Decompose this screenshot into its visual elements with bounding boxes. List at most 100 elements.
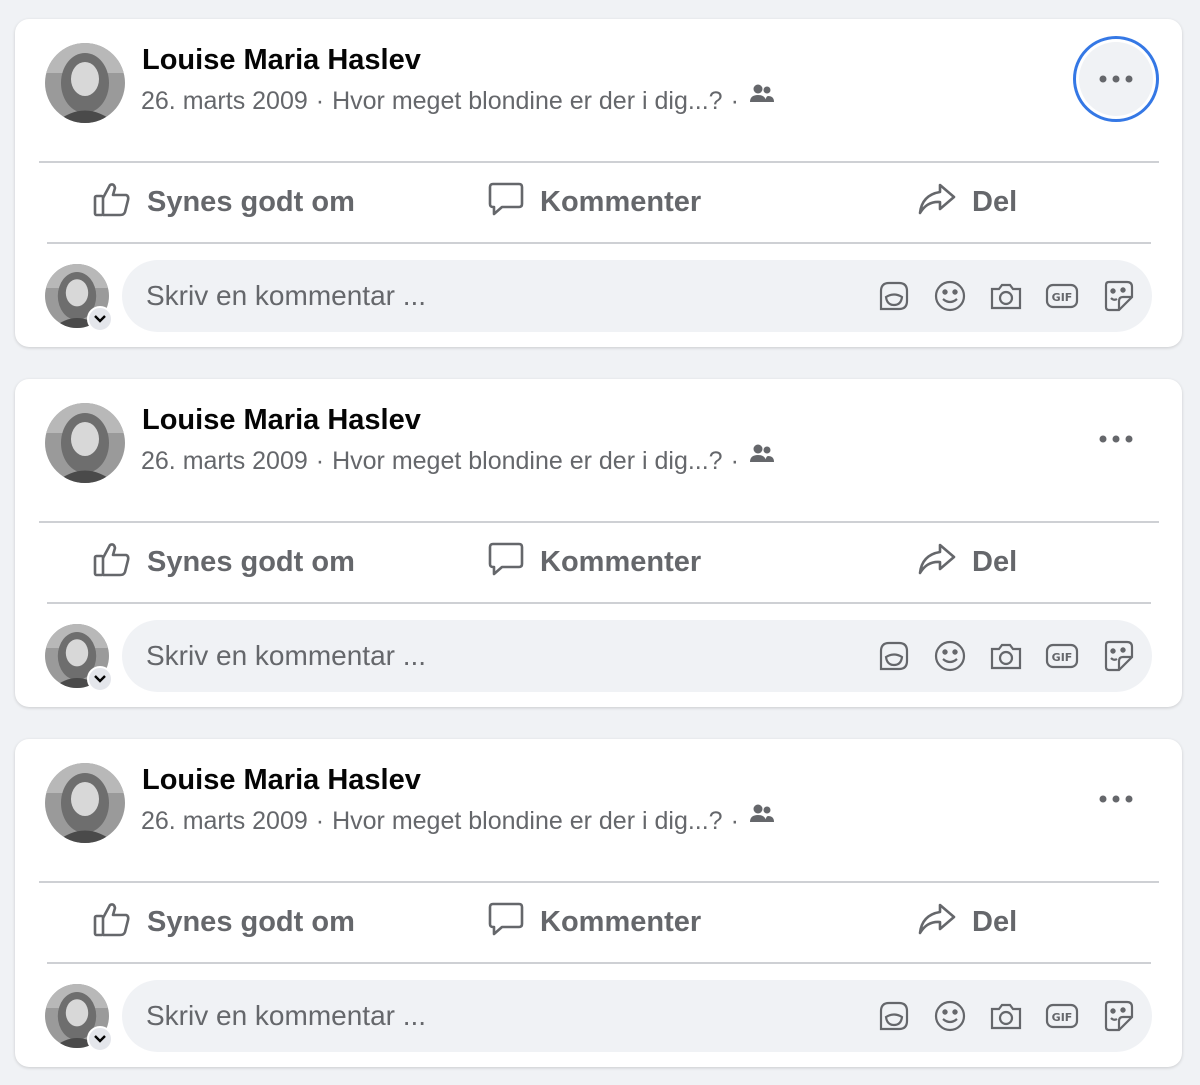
gif-icon[interactable]: GIF: [1042, 996, 1082, 1036]
more-options-icon: [1099, 795, 1133, 803]
sticker-icon[interactable]: [1098, 636, 1138, 676]
post-meta: 26. marts 2009 · Hvor meget blondine er …: [141, 804, 775, 836]
comment-button[interactable]: Kommenter: [488, 884, 701, 961]
emoji-icon[interactable]: [930, 276, 970, 316]
emoji-icon[interactable]: [930, 636, 970, 676]
thumbs-up-icon: [93, 901, 131, 945]
post-meta: 26. marts 2009 · Hvor meget blondine er …: [141, 84, 775, 116]
comment-input[interactable]: [122, 260, 862, 332]
comment-icon: [488, 901, 524, 945]
album-link[interactable]: Hvor meget blondine er der i dig...?: [332, 807, 723, 836]
gif-icon[interactable]: GIF: [1042, 276, 1082, 316]
post-card: Louise Maria Haslev 26. marts 2009 · Hvo…: [15, 379, 1182, 707]
comment-input[interactable]: [122, 980, 862, 1052]
author-avatar[interactable]: [45, 43, 125, 123]
album-link[interactable]: Hvor meget blondine er der i dig...?: [332, 87, 723, 116]
avatar-sticker-icon[interactable]: [874, 276, 914, 316]
share-arrow-icon: [918, 902, 956, 944]
sticker-icon[interactable]: [1098, 996, 1138, 1036]
divider: [39, 161, 1159, 163]
commenter-avatar[interactable]: [45, 984, 113, 1052]
more-options-icon: [1079, 42, 1153, 116]
comment-tools: GIF: [874, 996, 1154, 1036]
svg-text:GIF: GIF: [1052, 291, 1073, 304]
share-label: Del: [972, 186, 1018, 218]
action-bar: Synes godt om Kommenter Del: [47, 884, 1151, 961]
comment-label: Kommenter: [540, 186, 702, 218]
comment-tools: GIF: [874, 636, 1154, 676]
separator: ·: [315, 447, 325, 475]
separator: ·: [315, 87, 325, 115]
share-button[interactable]: Del: [918, 524, 1017, 601]
chevron-down-icon[interactable]: [87, 306, 113, 332]
comment-tools: GIF: [874, 276, 1154, 316]
like-button[interactable]: Synes godt om: [93, 884, 355, 961]
post-meta: 26. marts 2009 · Hvor meget blondine er …: [141, 444, 775, 476]
album-link[interactable]: Hvor meget blondine er der i dig...?: [332, 447, 723, 476]
action-bar: Synes godt om Kommenter Del: [47, 164, 1151, 241]
post-card: Louise Maria Haslev 26. marts 2009 · Hvo…: [15, 19, 1182, 347]
post-date[interactable]: 26. marts 2009: [141, 807, 308, 836]
svg-text:GIF: GIF: [1052, 1011, 1073, 1024]
share-button[interactable]: Del: [918, 884, 1017, 961]
thumbs-up-icon: [93, 541, 131, 585]
divider: [47, 602, 1151, 604]
thumbs-up-icon: [93, 181, 131, 225]
like-label: Synes godt om: [147, 546, 355, 578]
friends-icon[interactable]: [749, 442, 775, 473]
like-label: Synes godt om: [147, 906, 355, 938]
svg-text:GIF: GIF: [1052, 651, 1073, 664]
author-name[interactable]: Louise Maria Haslev: [142, 44, 421, 77]
friends-icon[interactable]: [749, 82, 775, 113]
separator: ·: [730, 807, 739, 835]
comment-icon: [488, 181, 524, 225]
post-date[interactable]: 26. marts 2009: [141, 447, 308, 476]
camera-icon[interactable]: [986, 276, 1026, 316]
comment-input[interactable]: [122, 620, 862, 692]
avatar-sticker-icon[interactable]: [874, 996, 914, 1036]
comment-button[interactable]: Kommenter: [488, 524, 701, 601]
separator: ·: [730, 447, 739, 475]
chevron-down-icon[interactable]: [87, 1026, 113, 1052]
more-options-button[interactable]: [1073, 36, 1159, 122]
gif-icon[interactable]: GIF: [1042, 636, 1082, 676]
divider: [47, 962, 1151, 964]
like-button[interactable]: Synes godt om: [93, 524, 355, 601]
comment-composer: GIF: [122, 980, 1152, 1052]
divider: [47, 242, 1151, 244]
commenter-avatar[interactable]: [45, 264, 113, 332]
share-arrow-icon: [918, 182, 956, 224]
author-avatar[interactable]: [45, 763, 125, 843]
emoji-icon[interactable]: [930, 996, 970, 1036]
author-name[interactable]: Louise Maria Haslev: [142, 404, 421, 437]
comment-label: Kommenter: [540, 906, 702, 938]
comment-composer: GIF: [122, 620, 1152, 692]
camera-icon[interactable]: [986, 996, 1026, 1036]
like-label: Synes godt om: [147, 186, 355, 218]
like-button[interactable]: Synes godt om: [93, 164, 355, 241]
divider: [39, 521, 1159, 523]
comment-composer: GIF: [122, 260, 1152, 332]
sticker-icon[interactable]: [1098, 276, 1138, 316]
more-options-button[interactable]: [1073, 756, 1159, 842]
post-date[interactable]: 26. marts 2009: [141, 87, 308, 116]
comment-button[interactable]: Kommenter: [488, 164, 701, 241]
divider: [39, 881, 1159, 883]
chevron-down-icon[interactable]: [87, 666, 113, 692]
avatar-sticker-icon[interactable]: [874, 636, 914, 676]
post-card: Louise Maria Haslev 26. marts 2009 · Hvo…: [15, 739, 1182, 1067]
more-options-button[interactable]: [1073, 396, 1159, 482]
comment-label: Kommenter: [540, 546, 702, 578]
separator: ·: [730, 87, 739, 115]
share-button[interactable]: Del: [918, 164, 1017, 241]
author-name[interactable]: Louise Maria Haslev: [142, 764, 421, 797]
friends-icon[interactable]: [749, 802, 775, 833]
comment-icon: [488, 541, 524, 585]
separator: ·: [315, 807, 325, 835]
camera-icon[interactable]: [986, 636, 1026, 676]
action-bar: Synes godt om Kommenter Del: [47, 524, 1151, 601]
more-options-icon: [1099, 435, 1133, 443]
share-label: Del: [972, 906, 1018, 938]
commenter-avatar[interactable]: [45, 624, 113, 692]
author-avatar[interactable]: [45, 403, 125, 483]
